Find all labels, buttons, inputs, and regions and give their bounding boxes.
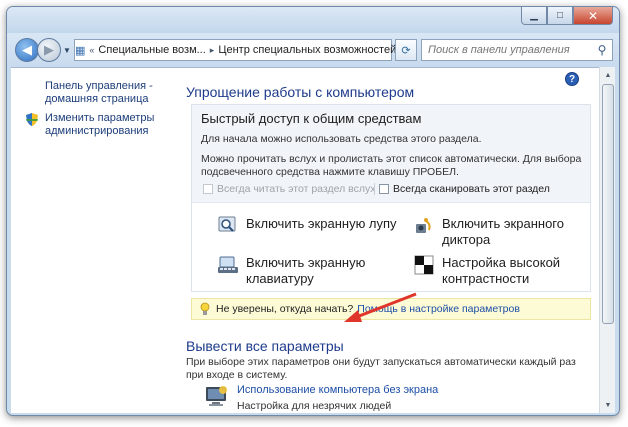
quick-access-intro: Для начала можно использовать средства э…	[201, 133, 482, 145]
breadcrumb-segment-center[interactable]: Центр специальных возможностей	[218, 44, 396, 56]
vertical-scrollbar[interactable]: ▲ ▼	[599, 67, 615, 413]
refresh-icon: ⟳	[401, 44, 411, 57]
no-display-link[interactable]: Использование компьютера без экрана	[237, 384, 438, 396]
close-icon: ✕	[587, 8, 599, 23]
no-display-subtitle: Настройка для незрячих людей	[237, 400, 392, 412]
chevron-up-icon: ▲	[604, 71, 612, 79]
start-narrator-button[interactable]: Включить экранного диктора	[414, 216, 567, 248]
always-read-label: Всегда читать этот раздел вслух	[217, 183, 376, 195]
start-narrator-label: Включить экранного диктора	[442, 216, 564, 247]
control-panel-home-link[interactable]: Панель управления - домашняя страница	[45, 80, 170, 106]
quick-access-panel: Быстрый доступ к общим средствам Для нач…	[191, 104, 591, 202]
chevron-down-icon: ▼	[604, 401, 612, 409]
high-contrast-icon	[414, 255, 434, 275]
minimize-icon: ▁	[530, 10, 538, 21]
refresh-button[interactable]: ⟳	[395, 39, 417, 61]
breadcrumb-segment-ease-of-access[interactable]: Специальные возм...	[98, 44, 205, 56]
caption-buttons: ▁ □ ✕	[521, 7, 613, 25]
hint-bar: Не уверены, откуда начать? Помощь в наст…	[191, 298, 591, 320]
high-contrast-button[interactable]: Настройка высокой контрастности	[414, 255, 572, 287]
breadcrumb-separator-icon[interactable]: ▸	[210, 45, 215, 56]
maximize-button[interactable]: □	[547, 7, 573, 25]
start-on-screen-keyboard-label: Включить экранную клавиатуру	[246, 255, 366, 286]
forward-button[interactable]: ▶	[37, 38, 61, 62]
control-panel-icon: ▦	[75, 44, 86, 57]
search-box[interactable]: ⚲	[421, 39, 613, 61]
all-settings-heading: Вывести все параметры	[186, 338, 344, 354]
arrow-left-icon: ◀	[22, 42, 32, 57]
shield-icon	[26, 113, 38, 126]
start-magnifier-label: Включить экранную лупу	[246, 216, 397, 231]
checkbox-box[interactable]	[203, 184, 213, 194]
hint-question: Не уверены, откуда начать?	[216, 303, 354, 315]
monitor-icon	[206, 386, 227, 406]
back-button[interactable]: ◀	[15, 38, 39, 62]
change-admin-settings-link[interactable]: Изменить параметры администрирования	[45, 112, 170, 138]
search-input[interactable]	[428, 44, 592, 56]
scroll-down-button[interactable]: ▼	[600, 397, 616, 413]
left-pane: Панель управления - домашняя страница Из…	[11, 68, 175, 413]
navigation-bar: ◀ ▶ ▼ ▦ « Специальные возм... ▸ Центр сп…	[7, 33, 619, 67]
page-title: Упрощение работы с компьютером	[186, 84, 415, 100]
explorer-window: ▁ □ ✕ ◀ ▶ ▼ ▦ « Специальные возм... ▸ Це…	[6, 6, 620, 416]
recent-pages-button[interactable]: ▼	[63, 46, 71, 55]
always-read-checkbox[interactable]: Всегда читать этот раздел вслух	[203, 183, 375, 195]
arrow-right-icon: ▶	[44, 42, 54, 57]
quick-access-title: Быстрый доступ к общим средствам	[201, 111, 422, 126]
always-scan-label: Всегда сканировать этот раздел	[393, 183, 550, 195]
search-icon[interactable]: ⚲	[592, 40, 612, 60]
high-contrast-label: Настройка высокой контрастности	[442, 255, 561, 286]
title-bar: ▁ □ ✕	[7, 7, 619, 33]
breadcrumb-chevron-icon[interactable]: «	[89, 45, 94, 55]
narrator-icon	[416, 218, 431, 233]
content-area: ? Панель управления - домашняя страница …	[11, 67, 601, 413]
always-scan-checkbox[interactable]: Всегда сканировать этот раздел	[374, 183, 550, 195]
tools-panel: Включить экранную лупу Включить экранног…	[191, 202, 591, 292]
lightbulb-icon	[200, 302, 210, 315]
quick-access-instructions: Можно прочитать вслух и пролистать этот …	[201, 153, 582, 178]
chevron-down-icon: ▼	[63, 46, 71, 55]
keyboard-icon	[218, 256, 238, 273]
close-button[interactable]: ✕	[573, 7, 613, 25]
start-magnifier-button[interactable]: Включить экранную лупу	[218, 216, 397, 236]
checkbox-box[interactable]	[379, 184, 389, 194]
main-pane: Упрощение работы с компьютером Быстрый д…	[181, 68, 593, 413]
minimize-button[interactable]: ▁	[521, 7, 547, 25]
maximize-icon: □	[556, 10, 564, 21]
address-bar[interactable]: ▦ « Специальные возм... ▸ Центр специаль…	[74, 39, 405, 61]
settings-help-link[interactable]: Помощь в настройке параметров	[357, 303, 520, 315]
scroll-up-button[interactable]: ▲	[600, 67, 616, 83]
all-settings-description: При выборе этих параметров они будут зап…	[186, 356, 576, 381]
start-on-screen-keyboard-button[interactable]: Включить экранную клавиатуру	[218, 255, 376, 287]
magnifier-icon	[218, 216, 236, 232]
scrollbar-thumb[interactable]	[602, 84, 614, 324]
